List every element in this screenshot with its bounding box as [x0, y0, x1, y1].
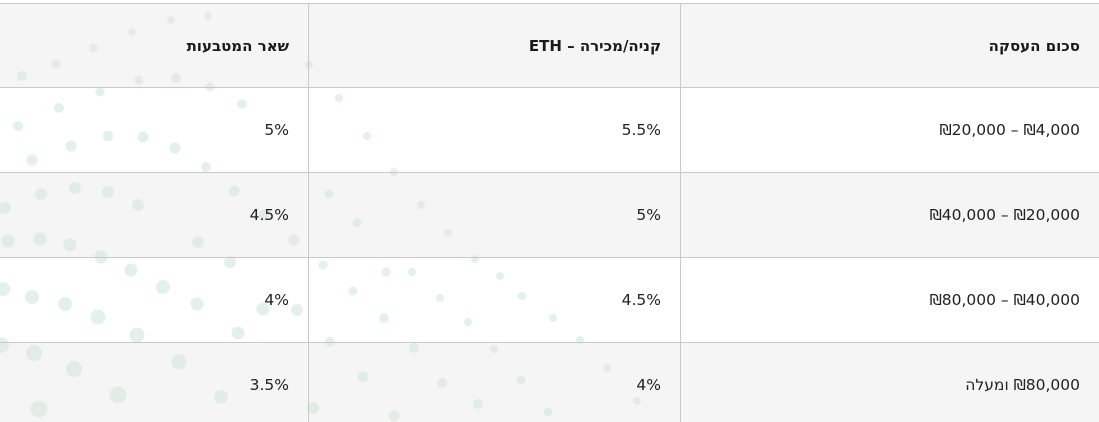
cell-amount: ₪40,000 – ₪80,000 [680, 257, 1099, 343]
cell-other-fee: 4.5% [0, 172, 309, 258]
cell-other-fee: 5% [0, 87, 309, 173]
cell-eth-fee: 4.5% [308, 257, 681, 343]
header-other-coins: שאר המטבעות [0, 3, 309, 88]
fee-table: סכום העסקה קניה/מכירה – ETH שאר המטבעות … [0, 3, 1099, 422]
cell-other-fee: 3.5% [0, 342, 309, 422]
cell-other-fee: 4% [0, 257, 309, 343]
cell-eth-fee: 5% [308, 172, 681, 258]
cell-amount: ₪80,000 ומעלה [680, 342, 1099, 422]
cell-amount: ₪4,000 – ₪20,000 [680, 87, 1099, 173]
header-eth-buy-sell: קניה/מכירה – ETH [308, 3, 681, 88]
table-row: ₪4,000 – ₪20,000 5.5% 5% [0, 87, 1099, 173]
cell-eth-fee: 4% [308, 342, 681, 422]
cell-eth-fee: 5.5% [308, 87, 681, 173]
table-row: ₪40,000 – ₪80,000 4.5% 4% [0, 257, 1099, 343]
header-transaction-amount: סכום העסקה [680, 3, 1099, 88]
table-header-row: סכום העסקה קניה/מכירה – ETH שאר המטבעות [0, 3, 1099, 88]
table-row: ₪80,000 ומעלה 4% 3.5% [0, 342, 1099, 422]
cell-amount: ₪20,000 – ₪40,000 [680, 172, 1099, 258]
table-row: ₪20,000 – ₪40,000 5% 4.5% [0, 172, 1099, 258]
